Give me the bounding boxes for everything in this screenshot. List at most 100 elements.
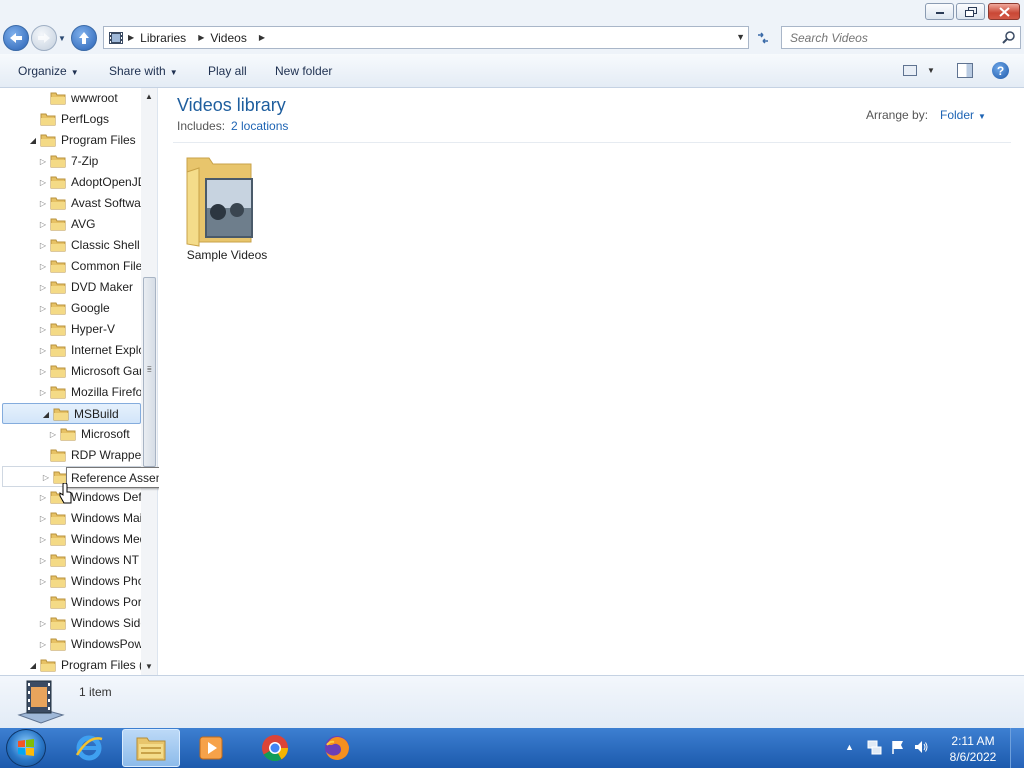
expand-arrow-icon[interactable]: ▷ [38,177,48,187]
expand-arrow-icon[interactable]: ▷ [38,198,48,208]
show-hidden-icons-icon[interactable]: ▲ [845,742,854,752]
expand-arrow-icon[interactable]: ▷ [38,261,48,271]
tree-item[interactable]: ▷ Common Files [0,256,141,277]
tree-item[interactable]: wwwroot [0,88,141,109]
expand-arrow-icon[interactable]: ▷ [38,555,48,565]
breadcrumb-separator[interactable]: ▶ [259,33,265,42]
search-box[interactable] [781,26,1021,49]
expand-arrow-icon[interactable]: ▷ [48,429,58,439]
change-view-icon[interactable] [903,65,917,76]
tree-item[interactable]: ▷ AdoptOpenJDK [0,172,141,193]
tree-item[interactable]: ▷ Classic Shell [0,235,141,256]
scroll-down-arrow-icon[interactable]: ▼ [145,662,153,671]
expand-arrow-icon[interactable]: ▷ [38,345,48,355]
tree-item[interactable]: ◢ MSBuild [2,403,141,424]
taskbar-chrome[interactable] [246,729,304,767]
taskbar-media-player[interactable] [182,729,240,767]
collapse-arrow-icon[interactable]: ◢ [28,660,38,670]
expand-arrow-icon[interactable]: ▷ [38,513,48,523]
tree-item[interactable]: ▷ Hyper-V [0,319,141,340]
close-icon [998,6,1010,17]
search-icon[interactable] [1001,30,1016,45]
tree-item[interactable]: ▷ Microsoft Games [0,361,141,382]
refresh-button[interactable] [752,26,774,49]
clock-date[interactable]: 8/6/2022 [945,750,1001,764]
tree-item[interactable]: Windows Portable Devices [0,592,141,613]
tree-item[interactable]: ▷ Windows Media Player [0,529,141,550]
forward-button[interactable] [31,25,57,51]
tree-item[interactable]: ▷ Internet Explorer [0,340,141,361]
minimize-button[interactable] [925,3,954,20]
breadcrumb-separator[interactable]: ▶ [128,33,134,42]
tree-item[interactable]: ▷ Google [0,298,141,319]
search-input[interactable] [790,30,990,45]
volume-icon[interactable] [913,739,929,755]
tree-item[interactable]: ◢ Program Files (x86) [0,655,141,675]
expand-arrow-icon[interactable]: ▷ [38,219,48,229]
expand-arrow-icon[interactable]: ▷ [38,387,48,397]
back-button[interactable] [3,25,29,51]
expand-arrow-icon[interactable]: ▷ [38,534,48,544]
scroll-up-arrow-icon[interactable]: ▲ [145,92,153,101]
taskbar-internet-explorer[interactable] [60,729,118,767]
breadcrumb-separator[interactable]: ▶ [198,33,204,42]
address-bar[interactable]: ▶ Libraries ▶ Videos ▶ ▼ [103,26,749,49]
expand-arrow-icon[interactable]: ▷ [38,366,48,376]
tree-item[interactable]: ◢ Program Files [0,130,141,151]
action-center-flag-icon[interactable] [890,739,906,755]
start-button[interactable] [6,729,46,767]
tree-item[interactable]: RDP Wrapper [0,445,141,466]
chevron-down-icon: ▼ [70,68,79,77]
recent-pages-dropdown[interactable]: ▼ [58,34,68,44]
expand-arrow-icon[interactable]: ▷ [38,324,48,334]
expand-arrow-icon[interactable]: ▷ [38,639,48,649]
scrollbar-thumb[interactable]: = = [143,277,156,467]
expand-arrow-icon[interactable]: ▷ [38,156,48,166]
new-folder-button[interactable]: New folder [275,64,332,78]
address-history-dropdown[interactable]: ▼ [736,32,745,42]
refresh-icon [758,31,768,44]
collapse-arrow-icon[interactable]: ◢ [28,135,38,145]
expand-arrow-icon[interactable]: ▷ [38,576,48,586]
tree-item[interactable]: ▷ Windows Sidebar [0,613,141,634]
help-icon[interactable]: ? [992,62,1009,79]
expand-arrow-icon[interactable]: ▷ [38,492,48,502]
preview-pane-icon[interactable] [957,63,973,78]
tree-item[interactable]: ▷ 7-Zip [0,151,141,172]
clock-time[interactable]: 2:11 AM [948,734,998,748]
tree-item[interactable]: ▷ Windows NT [0,550,141,571]
library-locations-link[interactable]: 2 locations [231,119,288,133]
tree-item[interactable]: ▷ Mozilla Firefox [0,382,141,403]
expand-arrow-icon[interactable]: ▷ [41,472,51,482]
collapse-arrow-icon[interactable]: ◢ [41,409,51,419]
breadcrumb-videos[interactable]: Videos [210,31,246,45]
expand-arrow-icon[interactable]: ▷ [38,240,48,250]
tree-item[interactable]: ▷ WindowsPowerShell [0,634,141,655]
expand-arrow-icon[interactable]: ▷ [38,282,48,292]
tree-item[interactable]: ▷ Windows Mail [0,508,141,529]
close-button[interactable] [988,3,1020,20]
navigation-scrollbar[interactable]: ▲ = = ▼ [141,88,157,675]
network-icon[interactable] [866,739,882,755]
tree-item[interactable]: ▷ Avast Software [0,193,141,214]
show-desktop-button[interactable] [1010,728,1024,768]
arrange-by-dropdown[interactable]: Folder ▼ [940,108,986,122]
breadcrumb-libraries[interactable]: Libraries [140,31,186,45]
share-with-menu[interactable]: Share with ▼ [109,64,178,78]
tree-item[interactable]: ▷ Microsoft [0,424,141,445]
expand-arrow-icon[interactable]: ▷ [38,618,48,628]
taskbar-firefox[interactable] [308,729,366,767]
tree-item-label: 7-Zip [71,154,99,168]
tree-item[interactable]: ▷ Windows Photo Viewer [0,571,141,592]
tree-item[interactable]: ▷ AVG [0,214,141,235]
up-button[interactable] [71,25,97,51]
folder-item-sample-videos[interactable]: Sample Videos [181,148,273,266]
restore-button[interactable] [956,3,985,20]
tree-item[interactable]: ▷ DVD Maker [0,277,141,298]
expand-arrow-icon[interactable]: ▷ [38,303,48,313]
tree-item[interactable]: PerfLogs [0,109,141,130]
organize-menu[interactable]: Organize ▼ [18,64,79,78]
taskbar-file-explorer[interactable] [122,729,180,767]
view-options-dropdown[interactable]: ▼ [927,66,935,75]
play-all-button[interactable]: Play all [208,64,247,78]
